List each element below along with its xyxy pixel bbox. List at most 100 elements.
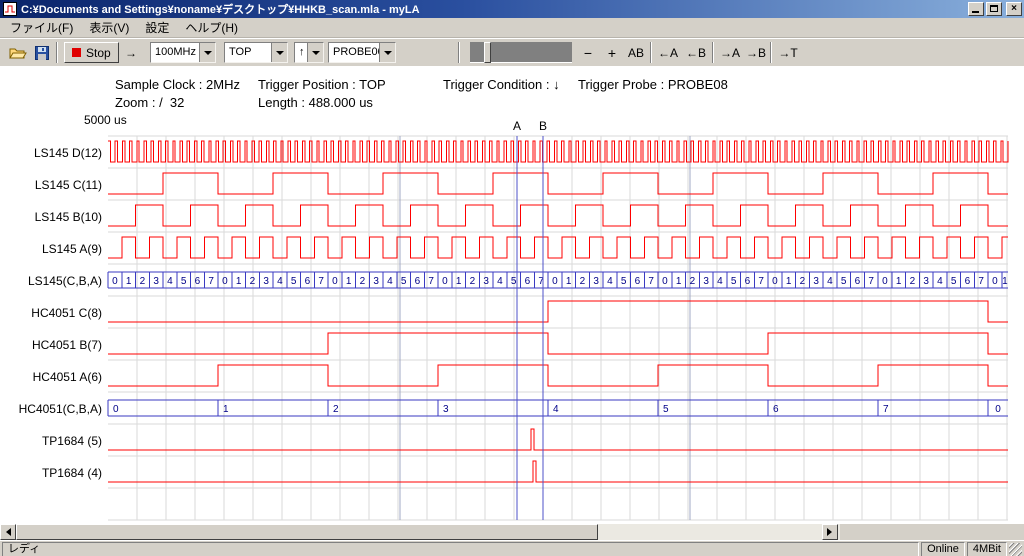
svg-text:0: 0 xyxy=(113,404,119,415)
channel-label: TP1684 (5) xyxy=(0,434,102,448)
waveform-trace xyxy=(108,429,1008,450)
minimize-button[interactable] xyxy=(968,2,984,16)
channel-label: HC4051 B(7) xyxy=(0,338,102,352)
sample-clock-select[interactable]: 100MHz xyxy=(150,42,216,63)
stop-square-icon xyxy=(72,48,81,57)
waveform-trace xyxy=(108,365,1008,386)
svg-text:2: 2 xyxy=(470,276,476,287)
chevron-down-icon[interactable] xyxy=(199,43,215,62)
run-button[interactable]: → xyxy=(118,42,144,63)
probe-select[interactable]: PROBE00 xyxy=(328,42,396,63)
zoom-slider-handle[interactable] xyxy=(484,42,491,63)
channel-labels: LS145 D(12)LS145 C(11)LS145 B(10)LS145 A… xyxy=(0,66,1024,524)
svg-text:4: 4 xyxy=(553,404,559,415)
marker-A[interactable]: A xyxy=(513,119,521,520)
svg-text:0: 0 xyxy=(552,276,558,287)
waveform-trace xyxy=(108,461,1008,482)
trigger-edge-value: ↑ xyxy=(295,43,307,62)
waveform-trace xyxy=(108,141,1008,162)
svg-text:2: 2 xyxy=(250,276,256,287)
channel-label: LS145 A(9) xyxy=(0,242,102,256)
maximize-button[interactable] xyxy=(986,2,1002,16)
zoom-out-button[interactable]: − xyxy=(578,42,598,63)
chevron-down-icon[interactable] xyxy=(307,43,323,62)
right-triangle-icon xyxy=(827,528,836,536)
zoom-in-button[interactable]: + xyxy=(602,42,622,63)
title-bar[interactable]: C:¥Documents and Settings¥noname¥デスクトップ¥… xyxy=(0,0,1024,18)
svg-text:7: 7 xyxy=(428,276,434,287)
trigger-condition-info: Trigger Condition : ↓ xyxy=(443,77,560,92)
svg-text:1: 1 xyxy=(236,276,242,287)
toolbar: Stop → 100MHz TOP ↑ PROBE00 − + AB ←A ←B… xyxy=(0,38,1024,67)
channel-label: LS145(C,B,A) xyxy=(0,274,102,288)
svg-text:3: 3 xyxy=(153,276,159,287)
chevron-down-icon[interactable] xyxy=(271,43,287,62)
svg-text:5: 5 xyxy=(841,276,847,287)
goto-trigger-button[interactable]: →T xyxy=(776,42,800,63)
menu-item-file[interactable]: ファイル(F) xyxy=(2,17,81,38)
svg-text:0: 0 xyxy=(772,276,778,287)
floppy-save-icon xyxy=(35,46,49,60)
svg-text:5: 5 xyxy=(951,276,957,287)
trigger-edge-select[interactable]: ↑ xyxy=(294,42,324,63)
scroll-left-button[interactable] xyxy=(0,524,16,540)
svg-text:7: 7 xyxy=(318,276,324,287)
h-scrollbar[interactable] xyxy=(0,524,840,540)
svg-text:5: 5 xyxy=(621,276,627,287)
goto-marker-a-button[interactable]: ←A xyxy=(656,42,680,63)
svg-text:0: 0 xyxy=(222,276,228,287)
marker-B[interactable]: B xyxy=(539,119,547,520)
svg-text:0: 0 xyxy=(662,276,668,287)
trigger-position-select[interactable]: TOP xyxy=(224,42,288,63)
svg-text:0: 0 xyxy=(995,404,1001,415)
chevron-down-icon[interactable] xyxy=(379,43,395,62)
toolbar-separator xyxy=(712,42,714,63)
right-arrow-a-icon: →A xyxy=(720,46,740,60)
scroll-right-button[interactable] xyxy=(822,524,838,540)
svg-text:5: 5 xyxy=(181,276,187,287)
svg-text:7: 7 xyxy=(648,276,654,287)
bus-trace: 012345670 xyxy=(108,400,1008,416)
ab-range-button[interactable]: AB xyxy=(624,42,648,63)
svg-text:2: 2 xyxy=(333,404,339,415)
sample-clock-info: Sample Clock : 2MHz xyxy=(115,77,240,92)
close-button[interactable]: × xyxy=(1006,2,1022,16)
goto-marker-b-button[interactable]: ←B xyxy=(684,42,708,63)
svg-text:7: 7 xyxy=(978,276,984,287)
save-file-button[interactable] xyxy=(30,42,54,63)
close-icon: × xyxy=(1011,3,1017,14)
svg-text:1: 1 xyxy=(566,276,572,287)
left-arrow-a-icon: ←A xyxy=(658,46,678,60)
status-online: Online xyxy=(921,542,965,556)
waveform-grid xyxy=(108,136,1008,520)
toolbar-separator xyxy=(650,42,652,63)
move-marker-a-button[interactable]: →A xyxy=(718,42,742,63)
resize-grip[interactable] xyxy=(1009,543,1022,556)
svg-text:1: 1 xyxy=(1002,276,1008,287)
open-folder-icon xyxy=(9,46,27,60)
svg-text:6: 6 xyxy=(965,276,971,287)
open-file-button[interactable] xyxy=(6,42,30,63)
toolbar-separator xyxy=(770,42,772,63)
menu-item-settings[interactable]: 設定 xyxy=(137,17,177,38)
svg-text:5: 5 xyxy=(511,276,517,287)
app-window: C:¥Documents and Settings¥noname¥デスクトップ¥… xyxy=(0,0,1024,556)
svg-text:3: 3 xyxy=(923,276,929,287)
svg-text:7: 7 xyxy=(868,276,874,287)
trigger-position-value: TOP xyxy=(225,43,271,62)
move-marker-b-button[interactable]: →B xyxy=(744,42,768,63)
menu-item-help[interactable]: ヘルプ(H) xyxy=(177,17,246,38)
stop-button[interactable]: Stop xyxy=(64,42,119,63)
svg-text:3: 3 xyxy=(483,276,489,287)
probe-value: PROBE00 xyxy=(329,43,379,62)
scroll-thumb[interactable] xyxy=(16,524,598,540)
svg-text:7: 7 xyxy=(538,276,544,287)
svg-text:6: 6 xyxy=(415,276,421,287)
timebase-label: 5000 us xyxy=(84,113,127,127)
svg-text:0: 0 xyxy=(442,276,448,287)
channel-label: HC4051 A(6) xyxy=(0,370,102,384)
channel-label: LS145 D(12) xyxy=(0,146,102,160)
svg-text:1: 1 xyxy=(896,276,902,287)
left-arrow-b-icon: ←B xyxy=(686,46,706,60)
menu-item-view[interactable]: 表示(V) xyxy=(81,17,137,38)
